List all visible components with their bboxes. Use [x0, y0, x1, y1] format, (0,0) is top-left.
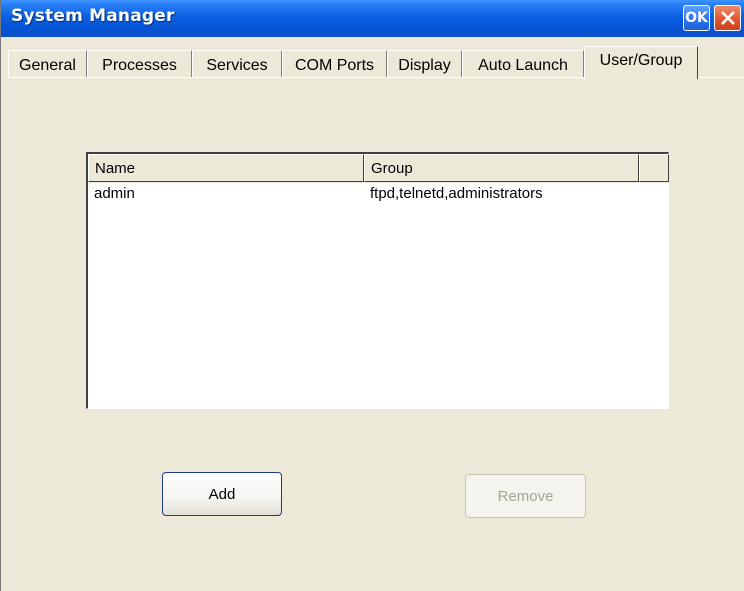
tab-auto-launch[interactable]: Auto Launch	[462, 50, 584, 78]
add-button[interactable]: Add	[162, 472, 282, 516]
tab-display[interactable]: Display	[387, 50, 462, 78]
list-header: Name Group	[88, 154, 669, 183]
table-row[interactable]: admin ftpd,telnetd,administrators	[88, 183, 669, 205]
window-title: System Manager	[11, 6, 175, 26]
column-header-empty[interactable]	[639, 154, 669, 182]
tab-user-group[interactable]: User/Group	[584, 46, 698, 79]
tab-processes[interactable]: Processes	[87, 50, 192, 78]
tab-label: Services	[206, 57, 268, 74]
user-group-list[interactable]: Name Group admin ftpd,telnetd,administra…	[86, 152, 669, 409]
cell-group: ftpd,telnetd,administrators	[370, 185, 543, 202]
close-button[interactable]	[714, 5, 741, 31]
tab-label: Display	[398, 57, 451, 74]
close-icon	[720, 11, 735, 25]
system-manager-window: System Manager OK General Processes Serv…	[0, 0, 744, 591]
cell-name: admin	[94, 185, 135, 202]
tab-label: Processes	[102, 57, 177, 74]
title-bar[interactable]: System Manager OK	[1, 0, 744, 37]
tab-label: User/Group	[599, 52, 683, 69]
column-header-name[interactable]: Name	[88, 154, 364, 182]
tab-label: COM Ports	[294, 57, 375, 74]
tab-strip: General Processes Services COM Ports Dis…	[8, 46, 744, 79]
tab-label: Auto Launch	[478, 57, 568, 74]
column-header-group[interactable]: Group	[364, 154, 639, 182]
tab-com-ports[interactable]: COM Ports	[282, 50, 387, 78]
ok-button[interactable]: OK	[683, 5, 710, 31]
tab-services[interactable]: Services	[192, 50, 282, 78]
tab-label: General	[19, 57, 76, 74]
remove-button: Remove	[465, 474, 586, 518]
tab-general[interactable]: General	[8, 50, 87, 78]
